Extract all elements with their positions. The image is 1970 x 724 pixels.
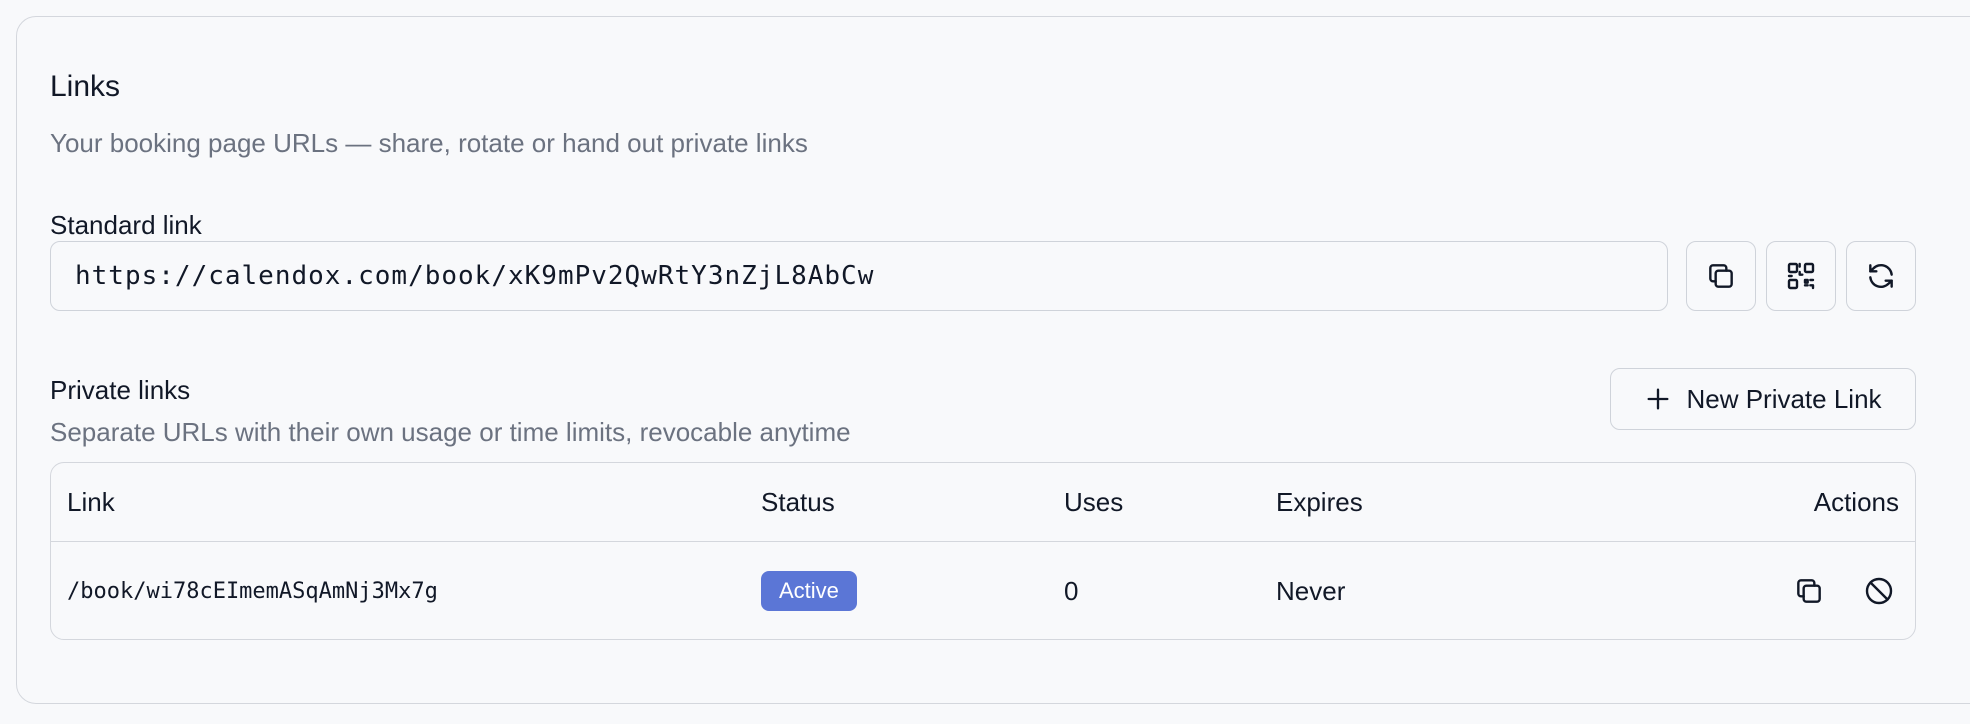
- copy-icon: [1709, 264, 1733, 288]
- private-link-path[interactable]: /book/wi78cEImemASqAmNj3Mx7g: [67, 542, 438, 639]
- copy-link-button[interactable]: [1686, 241, 1756, 311]
- standard-link-label: Standard link: [50, 210, 202, 240]
- private-links-description: Separate URLs with their own usage or ti…: [50, 417, 851, 447]
- status-badge: Active: [761, 571, 857, 611]
- revoke-icon: [1865, 577, 1893, 605]
- page-title: Links: [50, 70, 121, 103]
- column-header-expires: Expires: [1276, 486, 1363, 517]
- qr-code-icon: [1787, 262, 1815, 290]
- qr-code-button[interactable]: [1766, 241, 1836, 311]
- column-header-actions: Actions: [1813, 486, 1899, 517]
- status-cell: Active: [761, 542, 857, 639]
- regenerate-link-button[interactable]: [1846, 241, 1916, 311]
- standard-link-url: https://calendox.com/book/xK9mPv2QwRtY3n…: [75, 261, 875, 291]
- new-private-link-label: New Private Link: [1686, 383, 1882, 414]
- expires-cell: Never: [1276, 575, 1346, 606]
- private-links-label: Private links: [50, 375, 191, 405]
- table-header: Link Status Uses Expires Actions: [51, 463, 1915, 542]
- standard-link-url-field[interactable]: https://calendox.com/book/xK9mPv2QwRtY3n…: [50, 241, 1668, 311]
- row-actions: [1789, 542, 1899, 639]
- copy-private-link-button[interactable]: [1789, 571, 1829, 611]
- new-private-link-button[interactable]: New Private Link: [1610, 368, 1916, 430]
- column-header-status: Status: [761, 486, 835, 517]
- copy-icon: [1797, 579, 1821, 603]
- plus-icon: [1647, 388, 1669, 410]
- table-row: /book/wi78cEImemASqAmNj3Mx7g Active 0 Ne…: [51, 542, 1915, 639]
- column-header-uses: Uses: [1064, 486, 1124, 517]
- refresh-icon: [1869, 263, 1893, 289]
- column-header-link: Link: [67, 486, 115, 517]
- revoke-private-link-button[interactable]: [1859, 571, 1899, 611]
- page-subtitle: Your booking page URLs — share, rotate o…: [50, 128, 808, 158]
- uses-cell: 0: [1064, 575, 1079, 606]
- private-links-table: Link Status Uses Expires Actions /book/w…: [50, 462, 1916, 640]
